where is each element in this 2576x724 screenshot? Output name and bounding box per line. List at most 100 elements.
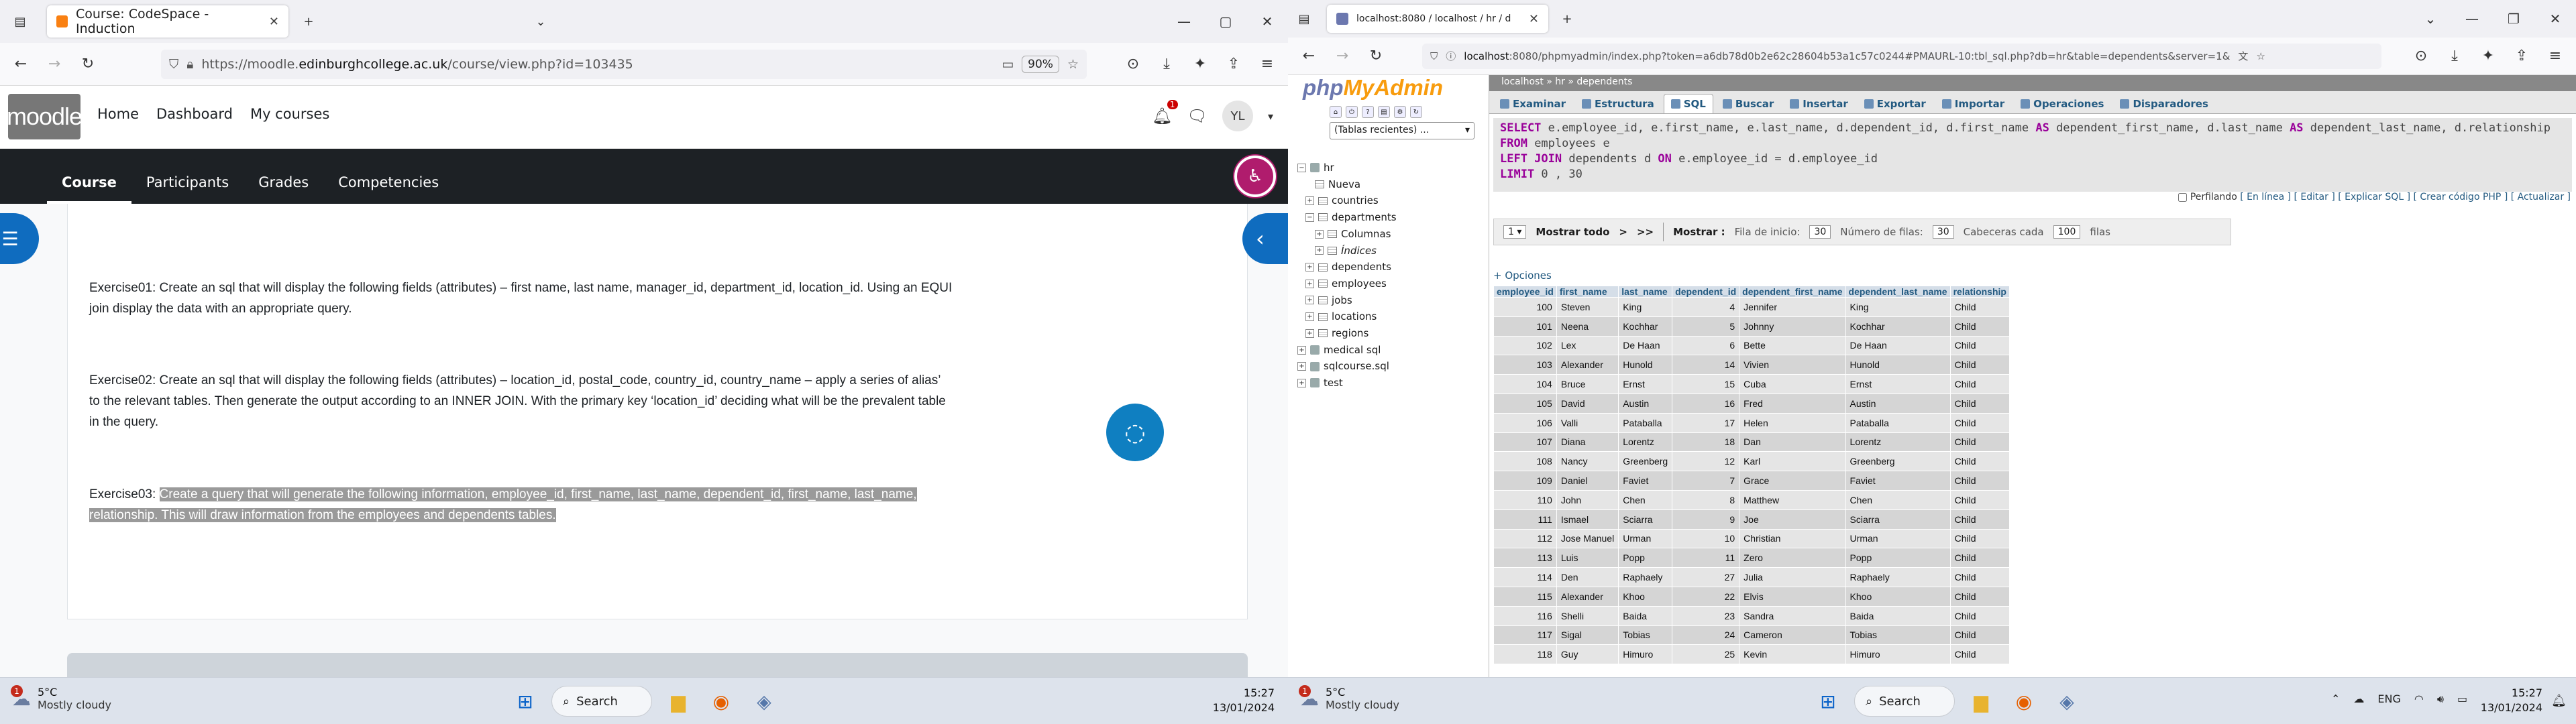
taskbar-search[interactable]: ⌕ Search [551, 686, 652, 717]
column-header[interactable]: dependent_first_name [1739, 286, 1846, 298]
firefox-icon[interactable]: ◉ [2007, 684, 2041, 718]
notifications-icon[interactable]: 🔔︎ [2551, 694, 2567, 708]
next-page-button[interactable]: > [1619, 226, 1627, 238]
expand-icon[interactable]: + [1305, 279, 1314, 288]
firefox-icon[interactable]: ◉ [704, 684, 738, 718]
close-window-icon[interactable]: ✕ [1246, 13, 1288, 29]
bookmark-star-icon[interactable]: ☆ [2256, 50, 2265, 62]
tree-table-dependents[interactable]: + dependents [1297, 259, 1397, 276]
expand-icon[interactable]: + [1305, 196, 1314, 206]
tree-indexes[interactable]: + Índices [1297, 243, 1397, 259]
tab-examinar[interactable]: Examinar [1493, 94, 1572, 113]
windows-start-icon[interactable]: ⊞ [508, 684, 542, 718]
expand-icon[interactable]: + [1315, 229, 1324, 239]
tree-table-locations[interactable]: + locations [1297, 308, 1397, 325]
breadcrumb[interactable]: localhost » hr » dependents [1489, 75, 2576, 91]
browser-tab[interactable]: Course: CodeSpace - Induction ✕ [47, 5, 288, 38]
chat-bubble-icon[interactable]: ◌ [1106, 404, 1164, 461]
tree-columns[interactable]: + Columnas [1297, 226, 1397, 243]
page-select[interactable]: 1 ▾ [1503, 225, 1527, 239]
taskbar-search[interactable]: ⌕ Search [1854, 686, 1955, 717]
minimize-icon[interactable]: — [2451, 11, 2493, 27]
cloud-sync-icon[interactable]: ☁︎ [2353, 692, 2364, 706]
expand-icon[interactable]: + [1315, 246, 1324, 255]
table-row[interactable]: 114 Den Raphaely 27 Julia Raphaely Child [1493, 567, 2010, 587]
last-page-button[interactable]: >> [1637, 226, 1654, 238]
table-row[interactable]: 117 Sigal Tobias 24 Cameron Tobias Child [1493, 625, 2010, 646]
close-tab-icon[interactable]: ✕ [1529, 12, 1539, 26]
tab-disparadores[interactable]: Disparadores [2113, 94, 2214, 113]
block-drawer-toggle-icon[interactable]: ‹ [1242, 213, 1288, 264]
tab-participants[interactable]: Participants [131, 174, 244, 204]
avatar[interactable]: YL [1222, 101, 1253, 131]
notification-bell-icon[interactable]: 🔔︎ 1 [1152, 100, 1178, 125]
close-tab-icon[interactable]: ✕ [269, 15, 279, 29]
tab-operaciones[interactable]: Operaciones [2014, 94, 2110, 113]
tab-insertar[interactable]: Insertar [1783, 94, 1854, 113]
tree-table-regions[interactable]: + regions [1297, 325, 1397, 342]
tab-list-icon[interactable]: ▤ [1291, 5, 1318, 32]
share-icon[interactable]: ⇪ [2508, 42, 2536, 70]
forward-icon[interactable]: → [1328, 42, 1356, 70]
table-row[interactable]: 110 John Chen 8 Matthew Chen Child [1493, 489, 2010, 510]
file-explorer-icon[interactable]: ▆ [1964, 684, 1998, 718]
expand-icon[interactable]: + [1297, 378, 1306, 387]
clock[interactable]: 15:27 13/01/2024 [1213, 686, 1275, 715]
refresh-icon[interactable]: ↻ [1410, 106, 1422, 118]
translate-icon[interactable]: 文 [2238, 49, 2248, 63]
zoom-level[interactable]: 90% [1022, 55, 1059, 73]
reload-icon[interactable]: ↻ [1362, 42, 1390, 70]
profiling-checkbox[interactable] [2178, 192, 2188, 202]
tab-estructura[interactable]: Estructura [1575, 94, 1661, 113]
table-row[interactable]: 116 Shelli Baida 23 Sandra Baida Child [1493, 605, 2010, 626]
reload-icon[interactable]: ↻ [74, 50, 102, 78]
pocket-icon[interactable]: ⊙ [2407, 42, 2435, 70]
back-icon[interactable]: ← [7, 50, 35, 78]
collapse-icon[interactable]: − [1297, 163, 1306, 172]
expand-icon[interactable]: + [1297, 345, 1306, 355]
expand-icon[interactable]: + [1305, 263, 1314, 272]
extensions-icon[interactable]: ✦ [1186, 50, 1214, 78]
menu-icon[interactable]: ≡ [1253, 50, 1281, 78]
messages-icon[interactable]: 🗨︎ [1187, 107, 1208, 125]
logout-icon[interactable]: ⏻ [1346, 106, 1358, 118]
table-row[interactable]: 106 Valli Pataballa 17 Helen Pataballa Child [1493, 412, 2010, 433]
expand-icon[interactable]: + [1305, 296, 1314, 305]
table-row[interactable]: 109 Daniel Faviet 7 Grace Faviet Child [1493, 471, 2010, 491]
url-bar[interactable]: ⛉ ⓘ localhost:8080/phpmyadmin/index.php?… [1422, 43, 2381, 69]
table-row[interactable]: 108 Nancy Greenberg 12 Karl Greenberg Child [1493, 451, 2010, 472]
show-all-button[interactable]: Mostrar todo [1536, 226, 1609, 238]
column-header[interactable]: first_name [1556, 286, 1619, 298]
chevron-down-icon[interactable]: ⌄ [527, 8, 554, 35]
back-icon[interactable]: ← [1295, 42, 1323, 70]
settings-icon[interactable]: ⚙ [1394, 106, 1406, 118]
home-icon[interactable]: ⌂ [1330, 106, 1342, 118]
tree-table-jobs[interactable]: + jobs [1297, 292, 1397, 309]
weather-widget[interactable]: ☁︎ 1 5°C Mostly cloudy [11, 684, 111, 711]
language-indicator[interactable]: ENG [2377, 692, 2400, 706]
headers-every-input[interactable]: 100 [2053, 225, 2081, 239]
nav-dashboard[interactable]: Dashboard [156, 106, 233, 122]
tab-importar[interactable]: Importar [1935, 94, 2011, 113]
table-row[interactable]: 103 Alexander Hunold 14 Vivien Hunold Child [1493, 355, 2010, 375]
new-tab-icon[interactable]: + [1554, 5, 1580, 32]
tree-db-hr[interactable]: − hr [1297, 160, 1397, 176]
help-icon[interactable]: ? [1362, 106, 1374, 118]
expand-icon[interactable]: + [1305, 328, 1314, 338]
table-row[interactable]: 107 Diana Lorentz 18 Dan Lorentz Child [1493, 432, 2010, 452]
table-row[interactable]: 118 Guy Himuro 25 Kevin Himuro Child [1493, 644, 2010, 665]
maximize-icon[interactable]: ❐ [2493, 11, 2534, 27]
nav-my-courses[interactable]: My courses [250, 106, 329, 122]
browser-tab[interactable]: localhost:8080 / localhost / hr / d ✕ [1327, 5, 1548, 33]
chevron-up-icon[interactable]: ⌃ [2331, 692, 2340, 706]
maximize-icon[interactable]: ▢ [1205, 13, 1246, 29]
tree-db-medical[interactable]: + medical sql [1297, 342, 1397, 359]
table-row[interactable]: 111 Ismael Sciarra 9 Joe Sciarra Child [1493, 509, 2010, 530]
wifi-icon[interactable]: ◠ [2414, 692, 2424, 706]
battery-icon[interactable]: ▭ [2457, 692, 2467, 706]
chevron-down-icon[interactable]: ▾ [1268, 110, 1273, 123]
table-row[interactable]: 101 Neena Kochhar 5 Johnny Kochhar Child [1493, 316, 2010, 337]
expand-icon[interactable]: + [1305, 312, 1314, 322]
column-header[interactable]: last_name [1618, 286, 1673, 298]
options-link[interactable]: + Opciones [1493, 269, 1552, 282]
